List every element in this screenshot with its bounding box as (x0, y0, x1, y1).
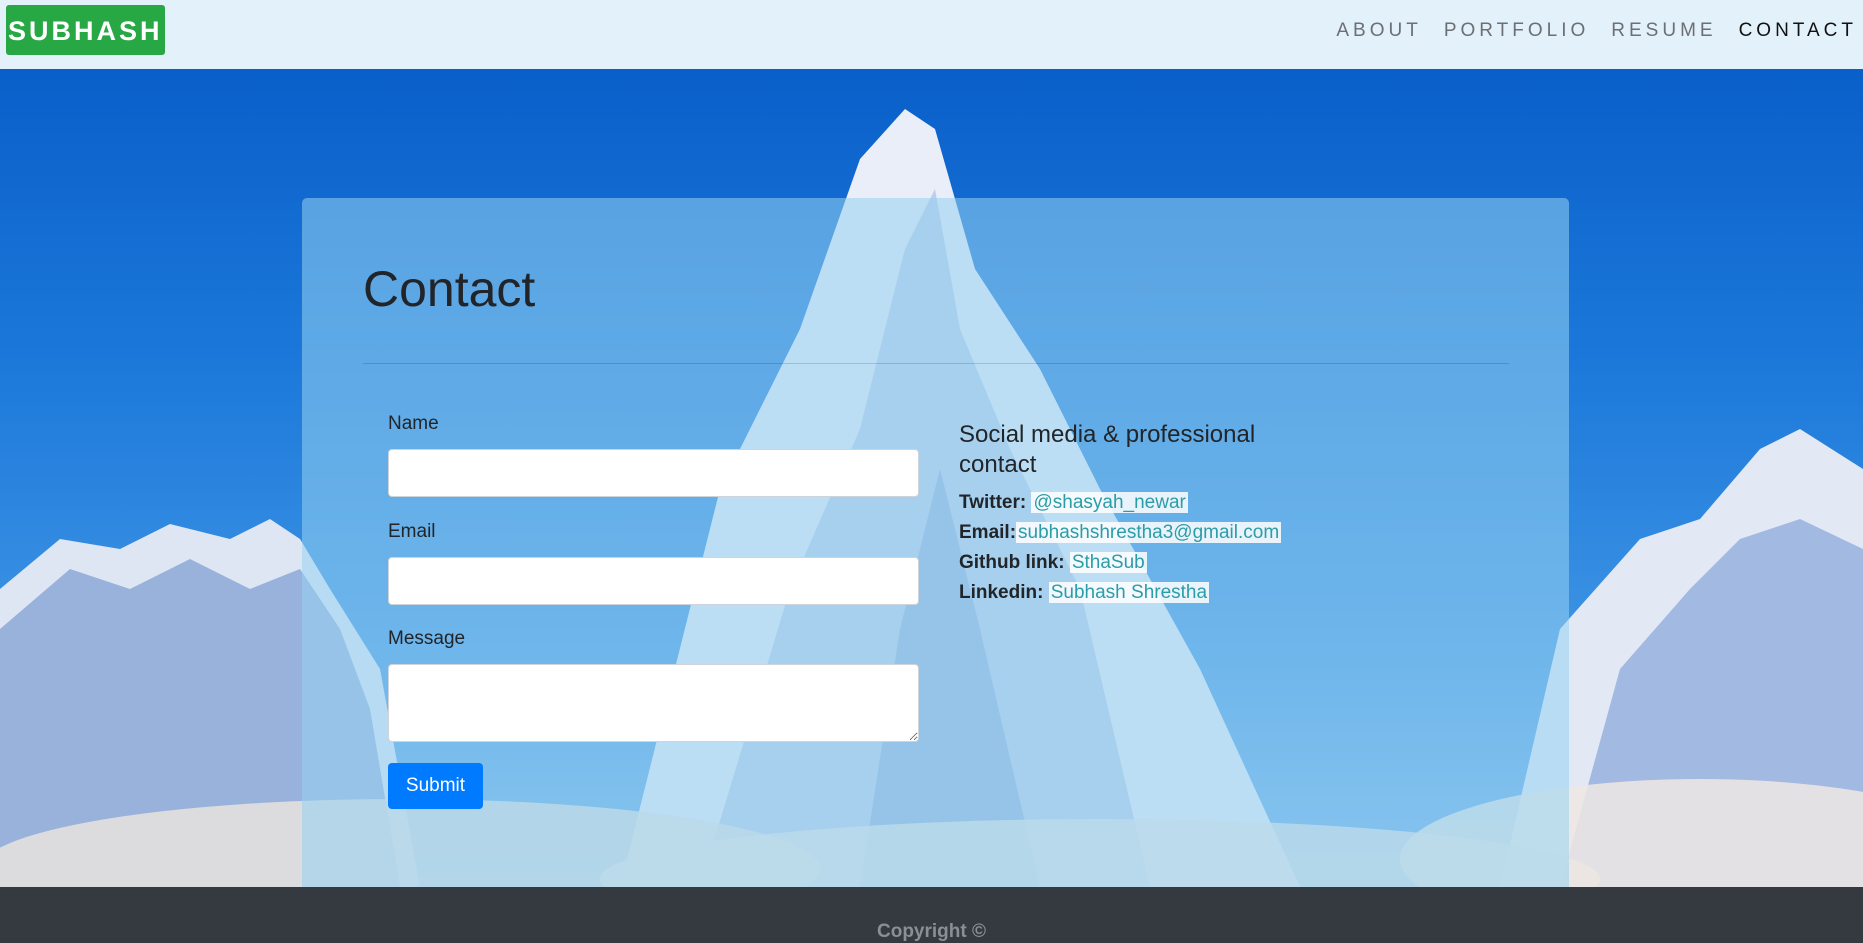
divider (363, 363, 1509, 364)
email-link[interactable]: subhashshrestha3@gmail.com (1016, 522, 1282, 543)
email-contact-label: Email: (959, 522, 1017, 543)
email-label: Email (388, 521, 436, 542)
hero-background: Contact Name Email Message Submit Social… (0, 69, 1863, 887)
name-input[interactable] (388, 449, 919, 497)
nav-link-resume[interactable]: RESUME (1611, 20, 1716, 42)
linkedin-link[interactable]: Subhash Shrestha (1048, 582, 1210, 603)
github-label: Github link: (959, 552, 1065, 573)
page-title: Contact (363, 261, 536, 317)
linkedin-label: Linkedin: (959, 582, 1044, 603)
nav-link-about[interactable]: ABOUT (1336, 20, 1421, 42)
copyright-text: Copyright © (877, 921, 986, 942)
brand-logo[interactable]: SUBHASH (6, 4, 165, 55)
name-label: Name (388, 413, 439, 434)
github-row: Github link: SthaSub (959, 552, 1147, 574)
contact-card: Contact Name Email Message Submit Social… (302, 198, 1569, 887)
navbar: SUBHASH ABOUT PORTFOLIO RESUME CONTACT (0, 0, 1863, 69)
twitter-row: Twitter: @shasyah_newar (959, 492, 1188, 514)
message-label: Message (388, 628, 466, 649)
email-row: Email: subhashshrestha3@gmail.com (959, 522, 1282, 544)
footer: Copyright © (0, 887, 1863, 942)
social-heading: Social media & professional contact (959, 421, 1256, 478)
linkedin-row: Linkedin: Subhash Shrestha (959, 582, 1210, 604)
twitter-label: Twitter: (959, 492, 1027, 513)
nav-links: ABOUT PORTFOLIO RESUME CONTACT (1314, 20, 1857, 42)
nav-link-contact[interactable]: CONTACT (1739, 20, 1857, 42)
twitter-link[interactable]: @shasyah_newar (1031, 492, 1188, 513)
message-textarea[interactable] (388, 664, 919, 742)
github-link[interactable]: SthaSub (1069, 552, 1147, 573)
email-input[interactable] (388, 557, 919, 605)
submit-button[interactable]: Submit (388, 763, 483, 809)
nav-link-portfolio[interactable]: PORTFOLIO (1444, 20, 1589, 42)
